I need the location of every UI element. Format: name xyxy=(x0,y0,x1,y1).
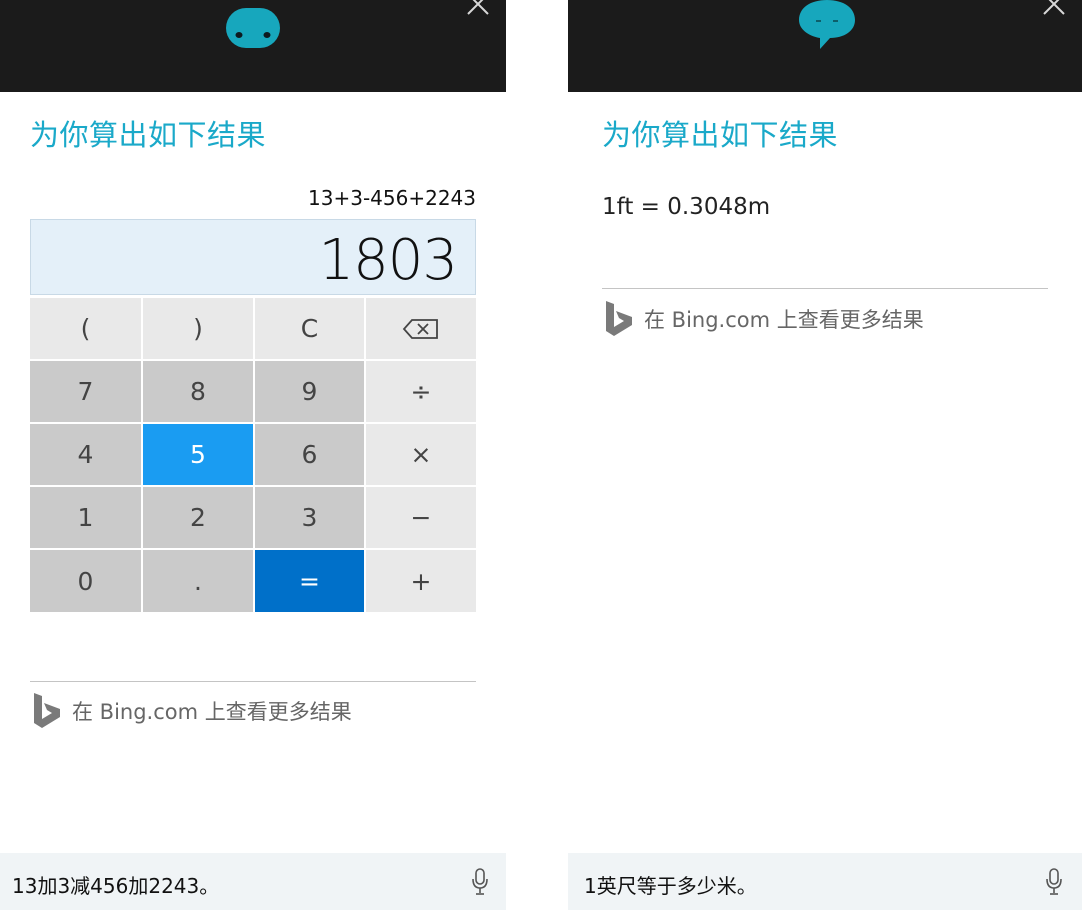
bing-more-results-link[interactable]: 在 Bing.com 上查看更多结果 xyxy=(604,300,924,338)
key-equals[interactable]: = xyxy=(255,550,364,612)
key-3[interactable]: 3 xyxy=(255,487,364,548)
top-bar xyxy=(0,0,506,92)
close-icon[interactable] xyxy=(1042,0,1066,16)
result-heading: 为你算出如下结果 xyxy=(602,118,839,152)
cortana-face-icon xyxy=(226,8,280,48)
backspace-icon xyxy=(402,318,438,339)
key-4[interactable]: 4 xyxy=(30,424,141,485)
query-bar[interactable]: 1英尺等于多少米。 xyxy=(568,853,1082,910)
key-6[interactable]: 6 xyxy=(255,424,364,485)
result-heading: 为你算出如下结果 xyxy=(30,118,267,152)
key-multiply[interactable]: × xyxy=(366,424,476,485)
key-8[interactable]: 8 xyxy=(143,361,253,422)
calculator-keypad: () C 7 8 9 ÷ 4 5 6 × 1 2 3− 0. = + xyxy=(30,298,476,614)
key-decimal[interactable]: . xyxy=(143,550,253,612)
key-subtract[interactable]: − xyxy=(366,487,476,548)
key-0[interactable]: 0 xyxy=(30,550,141,612)
cortana-speech-bubble-icon xyxy=(799,0,855,49)
query-bar[interactable]: 13加3减456加2243。 xyxy=(0,853,506,910)
calculator-result: 1803 xyxy=(318,228,458,293)
bing-link-label: 在 Bing.com 上查看更多结果 xyxy=(72,700,352,724)
key-2[interactable]: 2 xyxy=(143,487,253,548)
key-close-paren[interactable]: ) xyxy=(143,298,253,359)
key-backspace[interactable] xyxy=(366,298,476,359)
bing-logo-icon xyxy=(606,301,632,336)
bing-more-results-link[interactable]: 在 Bing.com 上查看更多结果 xyxy=(32,692,352,730)
cortana-panel-calculator: 为你算出如下结果 13+3-456+2243 1803 () C 7 8 9 ÷ 4 5 6 × 1… xyxy=(0,0,506,910)
microphone-icon[interactable] xyxy=(470,867,490,897)
key-9[interactable]: 9 xyxy=(255,361,364,422)
key-open-paren[interactable]: ( xyxy=(30,298,141,359)
calculator-expression: 13+3-456+2243 xyxy=(308,186,476,210)
key-clear[interactable]: C xyxy=(255,298,364,359)
bing-link-label: 在 Bing.com 上查看更多结果 xyxy=(644,308,924,332)
key-5[interactable]: 5 xyxy=(143,424,253,485)
query-text: 1英尺等于多少米。 xyxy=(584,874,757,898)
top-bar xyxy=(568,0,1082,92)
close-icon[interactable] xyxy=(466,0,490,16)
conversion-result: 1ft = 0.3048m xyxy=(602,194,771,220)
divider xyxy=(602,288,1048,289)
key-1[interactable]: 1 xyxy=(30,487,141,548)
bing-logo-icon xyxy=(34,693,60,728)
microphone-icon[interactable] xyxy=(1044,867,1064,897)
divider xyxy=(30,681,476,682)
key-divide[interactable]: ÷ xyxy=(366,361,476,422)
key-add[interactable]: + xyxy=(366,550,476,612)
cortana-panel-conversion: 为你算出如下结果 1ft = 0.3048m 在 Bing.com 上查看更多结… xyxy=(568,0,1082,910)
query-text: 13加3减456加2243。 xyxy=(12,874,220,898)
key-7[interactable]: 7 xyxy=(30,361,141,422)
calculator-display: 1803 xyxy=(30,219,476,295)
